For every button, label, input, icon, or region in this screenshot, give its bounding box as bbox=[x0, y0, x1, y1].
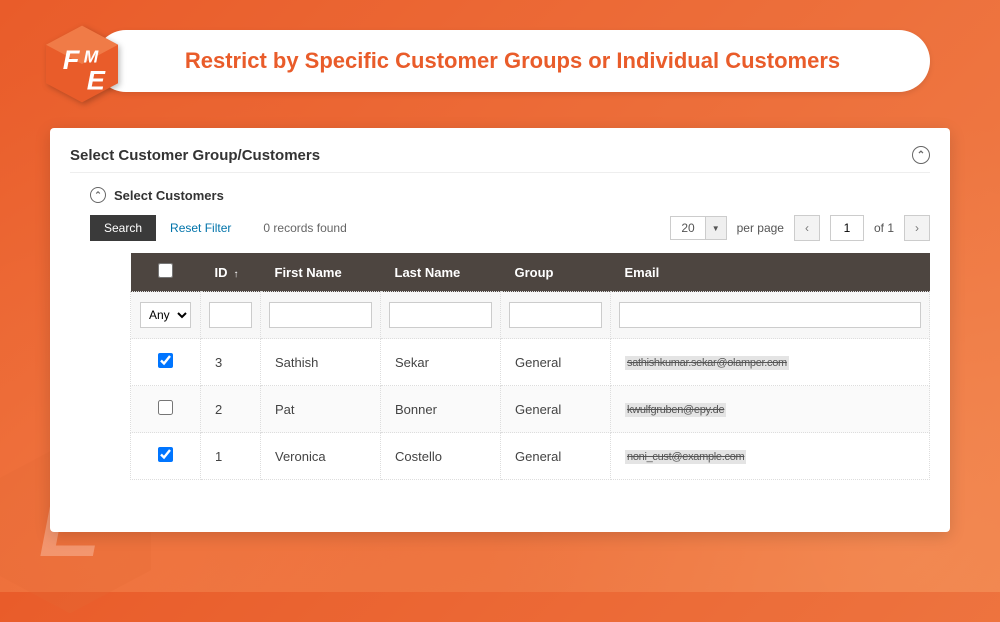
svg-text:F: F bbox=[63, 44, 81, 75]
svg-text:M: M bbox=[84, 46, 99, 66]
pager: 20 ▼ per page ‹ of 1 › bbox=[670, 215, 930, 241]
per-page-label: per page bbox=[737, 221, 784, 235]
filter-first-name-input[interactable] bbox=[269, 302, 372, 328]
redacted-email: sathishkumar.sekar@olamper.com bbox=[625, 356, 789, 370]
section-collapse-button[interactable]: ⌃ bbox=[90, 187, 106, 203]
grid-filter-row: Any bbox=[131, 292, 930, 339]
row-id: 2 bbox=[201, 386, 261, 433]
row-group: General bbox=[501, 339, 611, 386]
panel-title: Select Customer Group/Customers bbox=[70, 147, 320, 164]
main-panel: Select Customer Group/Customers ⌃ ⌃ Sele… bbox=[50, 128, 950, 532]
row-checkbox[interactable] bbox=[158, 353, 173, 368]
row-last-name: Bonner bbox=[381, 386, 501, 433]
row-last-name: Costello bbox=[381, 433, 501, 480]
row-checkbox[interactable] bbox=[158, 400, 173, 415]
section-title: Select Customers bbox=[114, 188, 224, 203]
filter-email-input[interactable] bbox=[619, 302, 921, 328]
table-row: 3SathishSekarGeneral sathishkumar.sekar@o… bbox=[131, 339, 930, 386]
select-all-checkbox[interactable] bbox=[158, 263, 173, 278]
current-page-input[interactable] bbox=[830, 215, 864, 241]
per-page-select[interactable]: 20 ▼ bbox=[670, 216, 726, 240]
row-id: 3 bbox=[201, 339, 261, 386]
row-id: 1 bbox=[201, 433, 261, 480]
row-first-name: Sathish bbox=[261, 339, 381, 386]
redacted-email: kwulfgruben@epy.de bbox=[625, 403, 726, 417]
toolbar: Search Reset Filter 0 records found 20 ▼… bbox=[90, 215, 930, 241]
prev-page-button[interactable]: ‹ bbox=[794, 215, 820, 241]
redacted-email: noni_cust@example.com bbox=[625, 450, 746, 464]
brand-logo: F M E bbox=[42, 24, 122, 109]
filter-id-input[interactable] bbox=[209, 302, 252, 328]
section-header: ⌃ Select Customers bbox=[90, 187, 930, 203]
table-row: 2PatBonnerGeneral kwulfgruben@epy.de bbox=[131, 386, 930, 433]
panel-header: Select Customer Group/Customers ⌃ bbox=[70, 146, 930, 173]
row-first-name: Veronica bbox=[261, 433, 381, 480]
per-page-dropdown-arrow[interactable]: ▼ bbox=[706, 216, 727, 240]
customers-grid: ID↑ First Name Last Name Group Email Any bbox=[130, 253, 930, 480]
header-id[interactable]: ID↑ bbox=[201, 253, 261, 292]
sort-asc-icon: ↑ bbox=[234, 269, 239, 280]
filter-group-input[interactable] bbox=[509, 302, 602, 328]
header-checkbox-cell bbox=[131, 253, 201, 292]
grid-header-row: ID↑ First Name Last Name Group Email bbox=[131, 253, 930, 292]
row-email: sathishkumar.sekar@olamper.com bbox=[611, 339, 930, 386]
header-email[interactable]: Email bbox=[611, 253, 930, 292]
row-first-name: Pat bbox=[261, 386, 381, 433]
row-checkbox[interactable] bbox=[158, 447, 173, 462]
reset-filter-link[interactable]: Reset Filter bbox=[170, 221, 231, 235]
chevron-left-icon: ‹ bbox=[805, 221, 809, 235]
header-last-name[interactable]: Last Name bbox=[381, 253, 501, 292]
chevron-up-icon: ⌃ bbox=[94, 190, 102, 201]
row-checkbox-cell bbox=[131, 339, 201, 386]
page-of-label: of 1 bbox=[874, 221, 894, 235]
row-last-name: Sekar bbox=[381, 339, 501, 386]
records-found-label: 0 records found bbox=[263, 221, 346, 235]
header-first-name[interactable]: First Name bbox=[261, 253, 381, 292]
row-checkbox-cell bbox=[131, 433, 201, 480]
page-title: Restrict by Specific Customer Groups or … bbox=[185, 48, 840, 74]
next-page-button[interactable]: › bbox=[904, 215, 930, 241]
svg-text:E: E bbox=[87, 65, 106, 96]
row-checkbox-cell bbox=[131, 386, 201, 433]
row-email: noni_cust@example.com bbox=[611, 433, 930, 480]
search-button[interactable]: Search bbox=[90, 215, 156, 241]
page-header: Restrict by Specific Customer Groups or … bbox=[95, 30, 930, 92]
per-page-value: 20 bbox=[670, 216, 705, 240]
filter-select-any[interactable]: Any bbox=[140, 302, 191, 328]
chevron-right-icon: › bbox=[915, 221, 919, 235]
panel-collapse-button[interactable]: ⌃ bbox=[912, 146, 930, 164]
table-row: 1VeronicaCostelloGeneral noni_cust@exampl… bbox=[131, 433, 930, 480]
chevron-down-icon: ▼ bbox=[712, 224, 720, 233]
row-group: General bbox=[501, 386, 611, 433]
row-email: kwulfgruben@epy.de bbox=[611, 386, 930, 433]
chevron-up-icon: ⌃ bbox=[917, 150, 925, 161]
filter-last-name-input[interactable] bbox=[389, 302, 492, 328]
header-group[interactable]: Group bbox=[501, 253, 611, 292]
row-group: General bbox=[501, 433, 611, 480]
